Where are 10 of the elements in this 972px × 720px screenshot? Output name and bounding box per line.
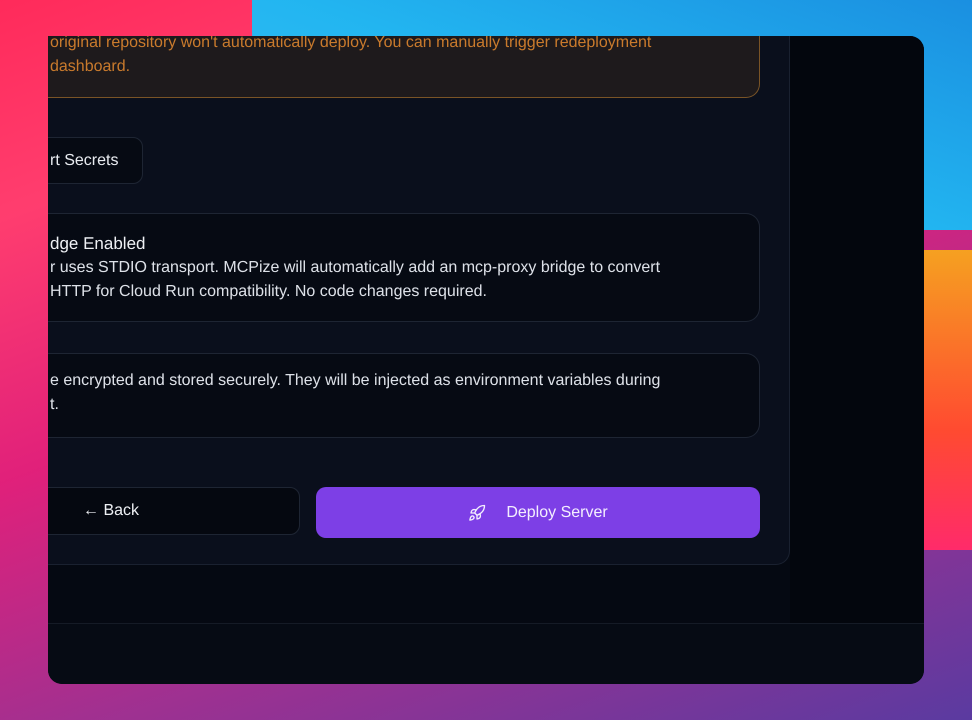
back-button[interactable]: ← Back	[48, 487, 300, 535]
secrets-button[interactable]: rt Secrets	[48, 137, 143, 184]
notice-title: dge Enabled	[50, 233, 146, 255]
rocket-icon	[468, 504, 486, 522]
notice-text: t.	[50, 395, 60, 415]
notice-text: r uses STDIO transport. MCPize will automatically add an mcp-proxy bridge to convert	[50, 258, 662, 278]
notice-text: e encrypted and stored securely. They will be injected as environment variables during	[50, 371, 662, 391]
deploy-button[interactable]: Deploy Server	[316, 487, 760, 538]
warning-text: dashboard.	[50, 57, 132, 77]
notice-text: HTTP for Cloud Run compatibility. No code changes required.	[50, 282, 488, 302]
